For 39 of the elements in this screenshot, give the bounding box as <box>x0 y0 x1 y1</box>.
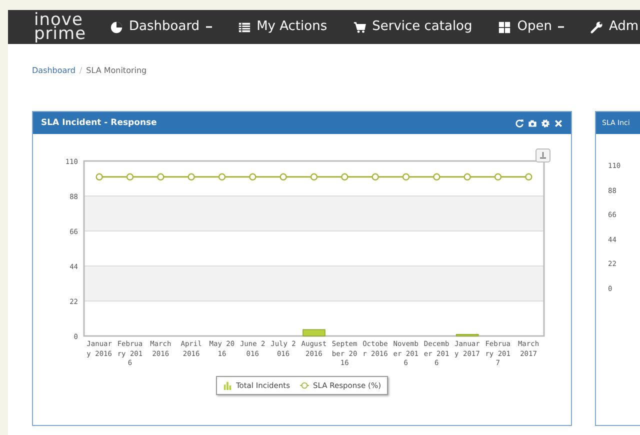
nav-link[interactable]: Service catalog <box>353 17 472 37</box>
wrench-icon <box>590 20 604 34</box>
settings-icon[interactable] <box>541 118 550 128</box>
data-point <box>96 173 103 180</box>
breadcrumb-separator: / <box>79 65 82 77</box>
nav-link[interactable]: Dashboard <box>110 17 212 37</box>
data-point <box>341 173 348 180</box>
data-point <box>157 173 164 180</box>
data-point <box>525 173 532 180</box>
line-marker-icon <box>300 380 310 390</box>
data-point <box>218 173 226 180</box>
bar-chart-icon <box>222 380 232 390</box>
data-point <box>402 173 410 180</box>
data-point <box>464 173 471 180</box>
data-point <box>494 173 502 180</box>
data-point <box>126 173 134 180</box>
data-point <box>433 173 440 180</box>
nav-link[interactable]: My Actions <box>238 17 328 37</box>
bar <box>302 329 326 336</box>
cart-icon <box>353 20 366 34</box>
data-point <box>372 173 379 180</box>
nav-link[interactable]: Adm <box>590 17 639 37</box>
bar <box>456 334 479 336</box>
chart-menu-icon[interactable] <box>536 148 550 162</box>
logo[interactable]: inove prime <box>34 13 86 41</box>
close-icon[interactable] <box>554 118 563 128</box>
panel-title: SLA Incident - Response <box>41 116 157 130</box>
breadcrumb-link[interactable]: Dashboard <box>32 65 76 77</box>
refresh-icon[interactable] <box>515 118 524 128</box>
nav-link[interactable]: Open <box>498 17 564 37</box>
grid-icon <box>498 20 512 34</box>
data-point <box>249 173 256 180</box>
data-point <box>280 173 287 180</box>
breadcrumb-current: SLA Monitoring <box>86 65 147 77</box>
data-point <box>310 173 318 180</box>
camera-icon[interactable] <box>528 118 537 128</box>
data-point <box>188 173 195 180</box>
pie-chart-icon <box>110 20 124 34</box>
list-icon <box>238 20 251 34</box>
